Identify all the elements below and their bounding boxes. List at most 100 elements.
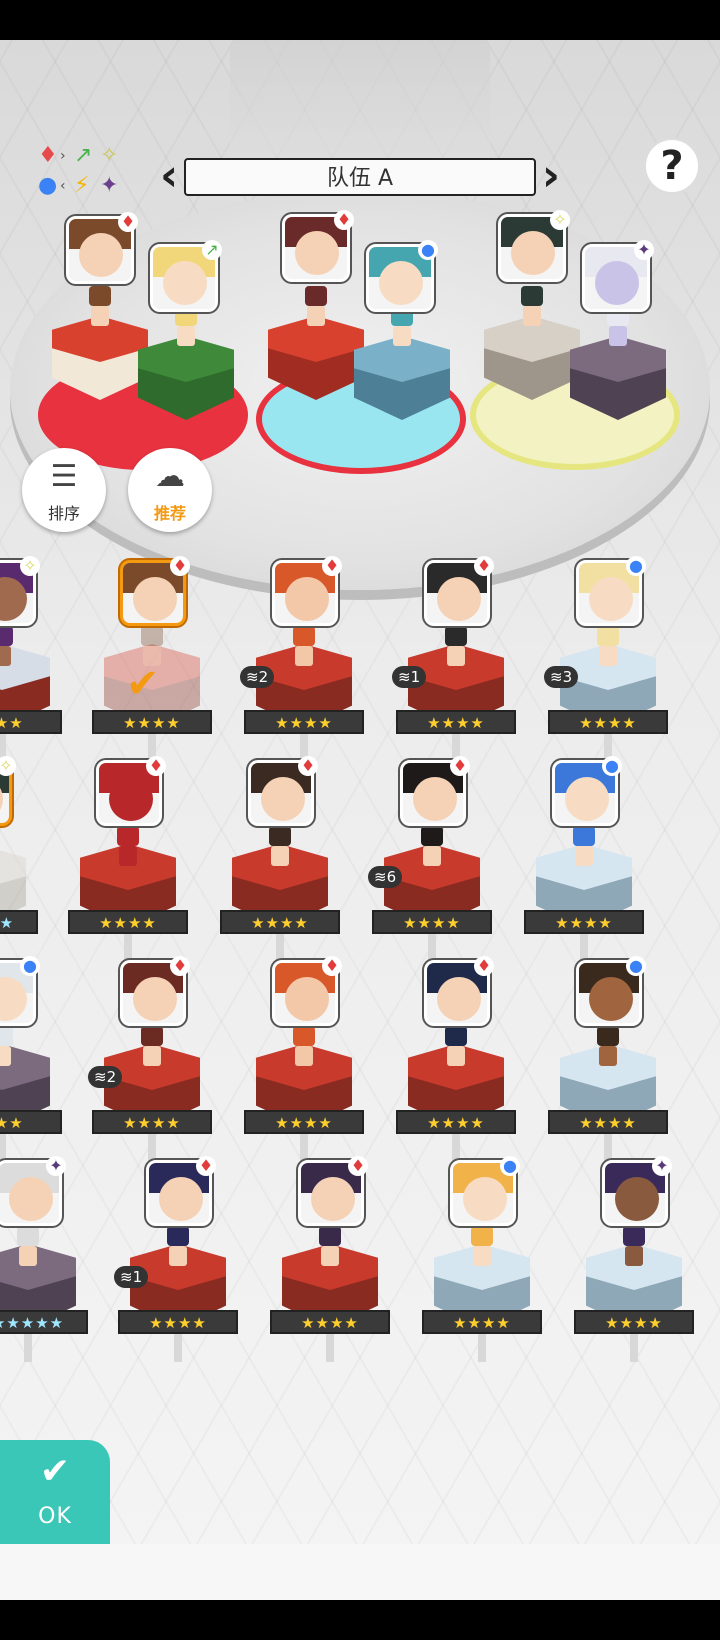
character-card[interactable]: ♦ ★★★★ ≋2 [240,556,364,762]
dark-element-icon: ✦ [100,173,119,198]
sprite-head [141,1026,163,1046]
sprite-head [167,1226,189,1246]
duplicate-count-badge: ≋2 [88,1066,123,1088]
element-icon: ✦ [634,240,654,260]
character-card[interactable]: ♦ ★★★★ [68,756,188,962]
character-sprite [313,1226,347,1270]
character-sprite [135,1026,169,1070]
sprite-head [597,626,619,646]
sprite-head [573,826,595,846]
element-icon: ♦ [322,956,342,976]
character-sprite [161,1226,195,1270]
star-rating: ★★★ [0,710,62,734]
star-rating: ★★★★ [68,910,188,934]
character-card[interactable]: ✦ ★★★★★ [0,1156,88,1362]
character-sprite [601,306,635,350]
character-card[interactable]: ♦ ★★★★ [270,1156,390,1362]
star-rating: ★★★★ [548,710,668,734]
character-card[interactable]: ✧★★★★★≋1✔ [0,756,38,960]
sprite-body [625,1246,643,1266]
sprite-head [521,286,543,306]
character-card[interactable]: ● ★★★★ [524,756,644,962]
pedestal-stem [174,1334,182,1362]
portrait-face [595,261,639,305]
character-card[interactable]: ● ★★★★ [422,1156,542,1362]
duplicate-count-badge: ≋6 [368,866,403,888]
star-rating: ★★★★ [92,710,212,734]
portrait-face [133,977,177,1021]
sprite-head [445,1026,467,1046]
recommend-button[interactable]: ☁ 推荐 [128,448,212,532]
sort-button[interactable]: ☰ 排序 [22,448,106,532]
sprite-body [447,1046,465,1066]
pedestal-stem [0,1134,6,1162]
star-rating: ★★★ [0,1110,62,1134]
character-card[interactable]: ♦ ★★★★ ≋2 [88,956,212,1162]
fire-element-icon: ♦ [38,143,58,168]
element-icon: ✦ [46,1156,66,1176]
element-icon: ♦ [450,756,470,776]
star-rating: ★★★★ [118,1310,238,1334]
pedestal-stem [452,1134,460,1162]
character-sprite [415,826,449,870]
star-rating: ★★★★ [548,1110,668,1134]
character-card[interactable]: ● ★★★ [0,956,62,1162]
sprite-body [271,846,289,866]
sprite-body [0,646,11,666]
character-sprite [111,826,145,870]
element-icon: ● [626,956,646,976]
character-card[interactable]: ♦ ★★★★ ✔ [92,556,212,762]
ok-label: OK [38,1504,72,1529]
character-sprite [439,1026,473,1070]
element-icon: ♦ [322,556,342,576]
portrait-face [109,777,153,821]
character-card[interactable]: ● ★★★★ [548,956,668,1162]
element-chart[interactable]: ♦ › ↗ ✧ ● ‹ ⚡ ✦ [34,145,130,209]
sprite-head [89,286,111,306]
character-sprite [465,1226,499,1270]
portrait-face [437,577,481,621]
character-card[interactable]: ● ★★★★ ≋3 [544,556,668,762]
chevron-left-icon[interactable]: ‹ [160,154,184,200]
element-icon: ♦ [170,556,190,576]
sprite-head [0,1026,13,1046]
portrait-face [133,577,177,621]
help-button[interactable]: ? [644,138,700,194]
chevron-right-icon[interactable]: › [536,154,560,200]
game-screen: ♦ › ↗ ✧ ● ‹ ⚡ ✦ ‹ 队伍 A › ? ♦ ↗ ♦ ● ✧ ✦ ☰ 排序 ☁… [0,0,720,1640]
star-rating: ★★★★★ [0,1310,88,1334]
check-icon: ✔ [39,1451,71,1492]
arrow-icon: ‹ [60,178,66,194]
portrait-face [589,577,633,621]
thunder-element-icon: ⚡ [74,173,90,198]
character-card[interactable]: ✧ ★★★ [0,556,62,762]
water-element-icon: ● [38,173,58,198]
character-card[interactable]: ♦ ★★★★ [244,956,364,1162]
duplicate-count-badge: ≋2 [240,666,275,688]
element-icon: ✧ [550,210,570,230]
element-icon: ♦ [298,756,318,776]
sprite-body [447,646,465,666]
character-card[interactable]: ✦ ★★★★ [574,1156,694,1362]
sprite-body [177,326,195,346]
duplicate-count-badge: ≋3 [544,666,579,688]
sprite-head [269,826,291,846]
character-card[interactable]: ♦ ★★★★ [396,956,516,1162]
ok-button[interactable]: ✔ OK [0,1440,110,1544]
character-sprite [617,1226,651,1270]
character-card[interactable]: ♦ ★★★★ ≋1 [392,556,516,762]
character-card[interactable]: ♦ ★★★★ ≋6 [368,756,492,962]
sprite-head [0,626,13,646]
character-sprite [263,826,297,870]
star-rating: ★★★★ [422,1310,542,1334]
element-icon: ● [20,956,40,976]
sprite-body [307,306,325,326]
portrait-face [463,1177,507,1221]
sprite-body [473,1246,491,1266]
star-rating: ★★★★ [524,910,644,934]
character-card[interactable]: ♦ ★★★★ [220,756,340,962]
star-rating: ★★★★ [220,910,340,934]
pedestal-stem [326,1334,334,1362]
character-card[interactable]: ♦ ★★★★ ≋1 [114,1156,238,1362]
portrait-face [565,777,609,821]
